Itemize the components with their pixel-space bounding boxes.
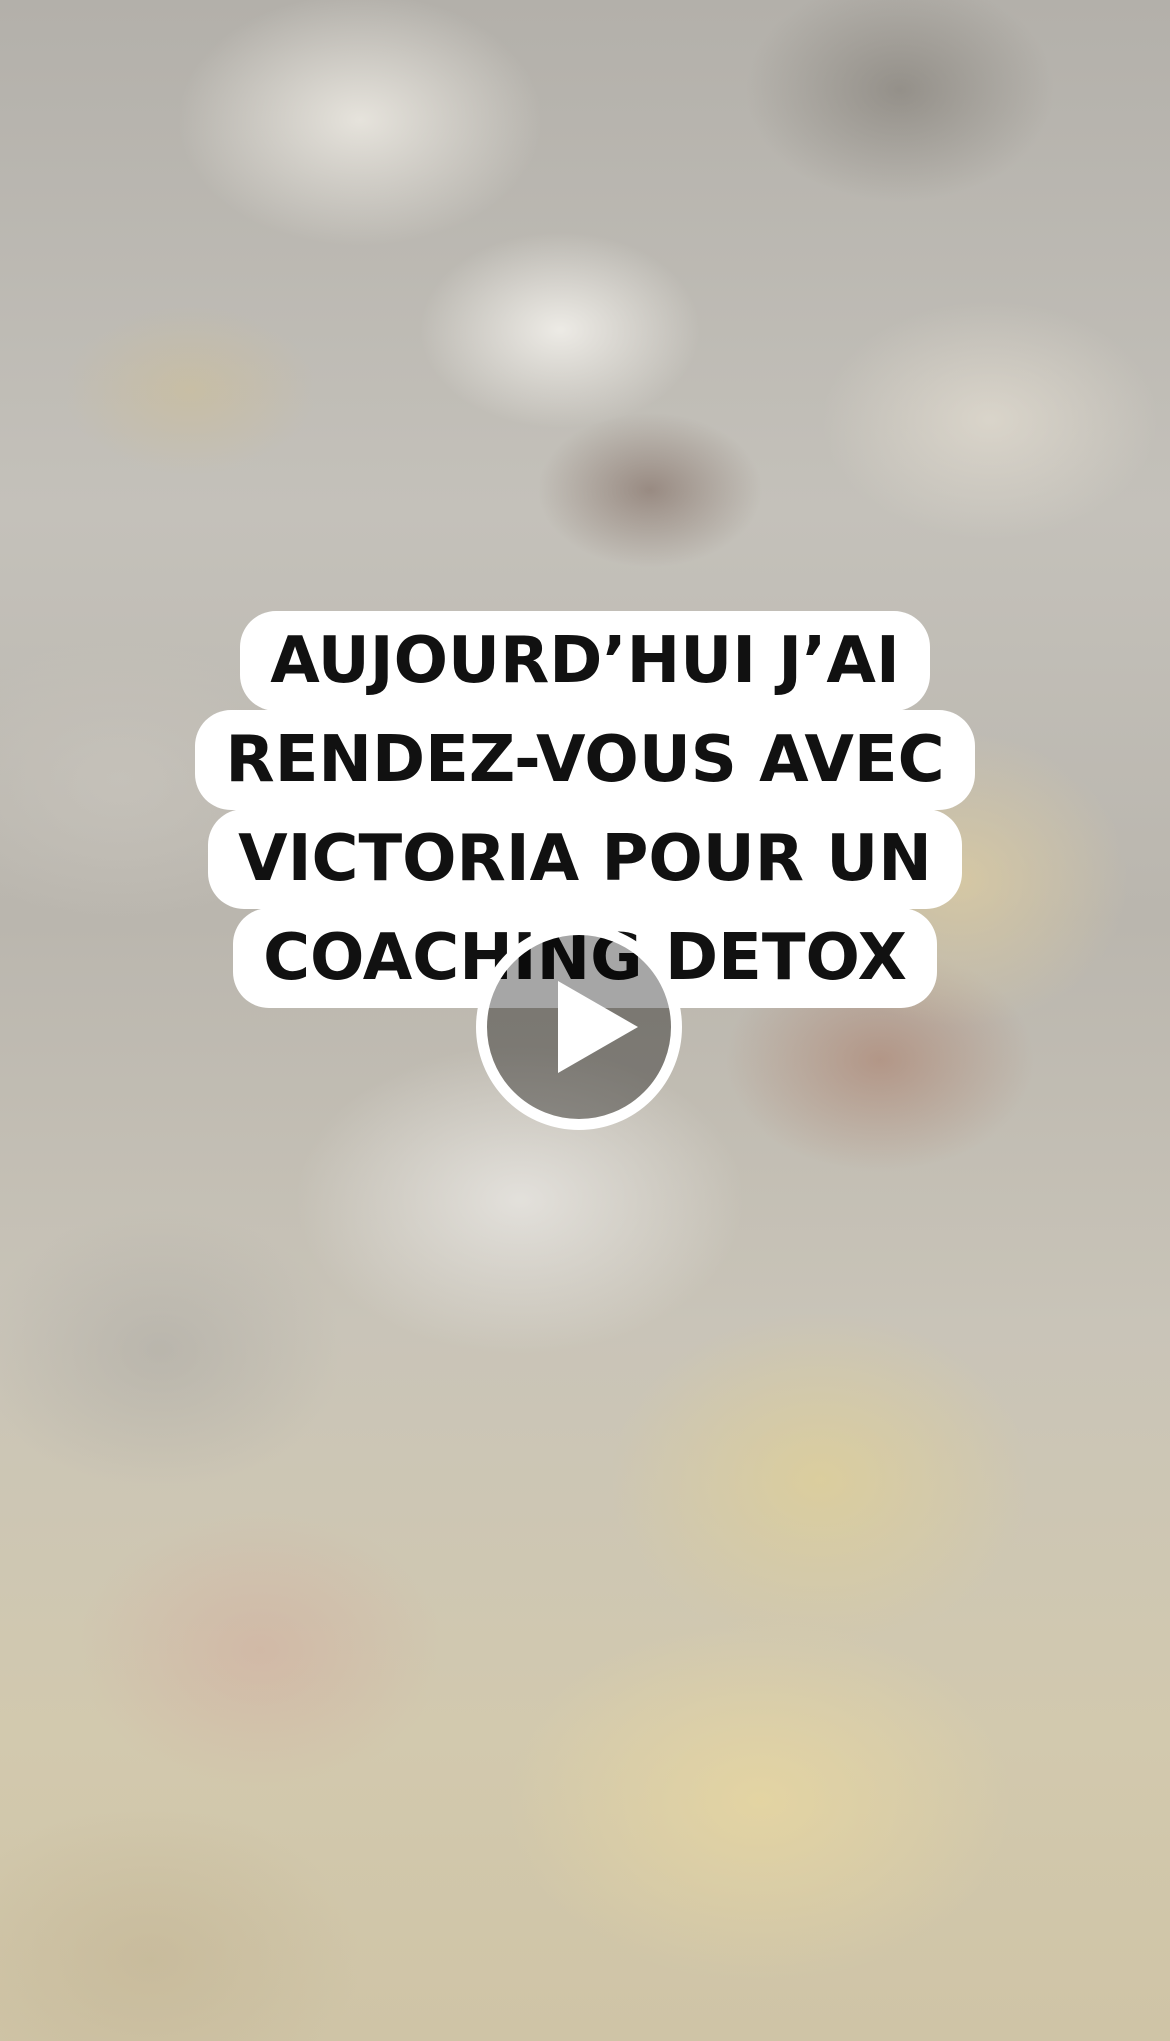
video-player[interactable]: AUJOURD’HUI J’AI RENDEZ-VOUS AVEC VICTOR… bbox=[0, 0, 1170, 2041]
play-button[interactable] bbox=[476, 924, 682, 1130]
caption-line-1: AUJOURD’HUI J’AI bbox=[240, 611, 930, 711]
caption-line-2: RENDEZ-VOUS AVEC bbox=[195, 710, 975, 810]
caption-line-3: VICTORIA POUR UN bbox=[208, 809, 962, 909]
play-icon bbox=[558, 981, 638, 1073]
